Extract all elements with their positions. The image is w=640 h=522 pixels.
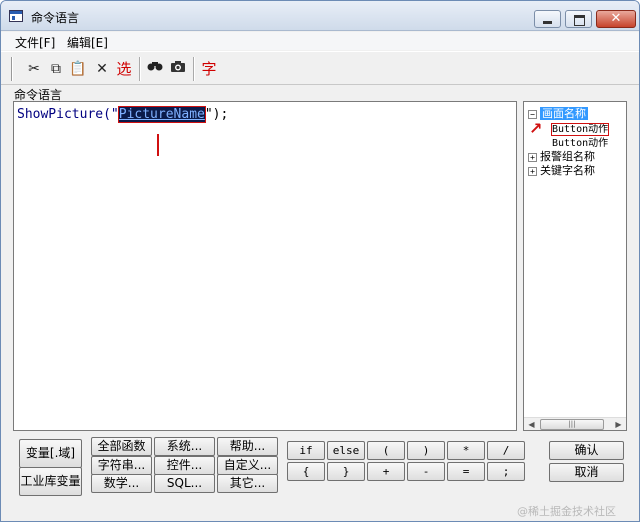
maximize-button[interactable] <box>565 10 592 28</box>
op-if-button[interactable]: if <box>287 441 325 460</box>
help-button[interactable]: 帮助... <box>217 437 278 456</box>
tree-node-keyword[interactable]: + 关键字名称 <box>528 162 595 178</box>
command-language-window: 命令语言 ✕ 文件[F] 编辑[E] ✂ ⧉ 📋 ✕ 选 字 命令语言 Show… <box>0 0 640 522</box>
char-button[interactable]: 字 <box>200 59 218 79</box>
cut-icon[interactable]: ✂ <box>25 59 43 79</box>
title-bar[interactable]: 命令语言 ✕ <box>1 1 639 31</box>
toolbar-separator <box>193 57 195 81</box>
op-equals-button[interactable]: = <box>447 462 485 481</box>
close-button[interactable]: ✕ <box>596 10 636 28</box>
op-close-brace-button[interactable]: } <box>327 462 365 481</box>
op-semicolon-button[interactable]: ; <box>487 462 525 481</box>
toolbar-grip[interactable] <box>11 57 13 81</box>
op-else-button[interactable]: else <box>327 441 365 460</box>
scroll-right-icon[interactable]: ▶ <box>612 419 625 430</box>
camera-icon[interactable] <box>169 59 187 79</box>
op-minus-button[interactable]: - <box>407 462 445 481</box>
menu-edit[interactable]: 编辑[E] <box>67 34 108 51</box>
annotation-mark <box>157 134 159 156</box>
string-button[interactable]: 字符串... <box>91 456 152 475</box>
menu-file[interactable]: 文件[F] <box>15 34 55 51</box>
code-prefix: ShowPicture(" <box>17 107 119 122</box>
code-suffix: "); <box>204 107 229 122</box>
ok-button[interactable]: 确认 <box>549 441 624 460</box>
math-button[interactable]: 数学... <box>91 474 152 493</box>
delete-icon[interactable]: ✕ <box>93 59 111 79</box>
op-plus-button[interactable]: + <box>367 462 405 481</box>
window-title: 命令语言 <box>31 11 80 25</box>
custom-button[interactable]: 自定义... <box>217 456 278 475</box>
expand-icon[interactable]: + <box>528 166 537 176</box>
copy-icon[interactable]: ⧉ <box>47 59 65 79</box>
expand-icon[interactable]: + <box>528 152 537 162</box>
tree-node-button-action[interactable]: Button动作 <box>550 120 610 136</box>
sql-button[interactable]: SQL... <box>154 474 215 493</box>
op-divide-button[interactable]: / <box>487 441 525 460</box>
find-icon[interactable] <box>146 59 164 79</box>
op-open-brace-button[interactable]: { <box>287 462 325 481</box>
minimize-button[interactable] <box>534 10 561 28</box>
variable-field-button[interactable]: 变量[.域] <box>19 439 82 468</box>
code-editor[interactable]: ShowPicture("PictureName"); <box>13 101 517 431</box>
horizontal-scrollbar[interactable]: ◀ ||| ▶ <box>524 417 626 430</box>
control-button[interactable]: 控件... <box>154 456 215 475</box>
selected-text[interactable]: PictureName <box>117 106 206 123</box>
op-close-paren-button[interactable]: ) <box>407 441 445 460</box>
collapse-icon[interactable]: − <box>528 109 537 119</box>
annotation-mark: ↗ <box>529 119 543 138</box>
scroll-thumb[interactable]: ||| <box>540 419 604 430</box>
watermark: @稀土掘金技术社区 <box>517 505 616 518</box>
app-icon <box>9 10 23 22</box>
system-button[interactable]: 系统... <box>154 437 215 456</box>
toolbar-separator <box>139 57 141 81</box>
menu-bar: 文件[F] 编辑[E] <box>1 32 639 50</box>
industrial-variable-button[interactable]: 工业库变量 <box>19 467 82 496</box>
op-open-paren-button[interactable]: ( <box>367 441 405 460</box>
name-tree[interactable]: − 画面名称 Button动作 Button动作 + 报警组名称 + 关键字名称 <box>523 101 627 431</box>
op-multiply-button[interactable]: * <box>447 441 485 460</box>
toolbar: ✂ ⧉ 📋 ✕ 选 字 <box>1 51 639 85</box>
all-functions-button[interactable]: 全部函数 <box>91 437 152 456</box>
other-button[interactable]: 其它... <box>217 474 278 493</box>
tree-node-label: 画面名称 <box>540 107 588 120</box>
tree-node-label: 关键字名称 <box>540 164 595 177</box>
cancel-button[interactable]: 取消 <box>549 463 624 482</box>
scroll-left-icon[interactable]: ◀ <box>525 419 538 430</box>
tree-node-button-action[interactable]: Button动作 <box>552 134 608 149</box>
paste-icon[interactable]: 📋 <box>69 59 87 79</box>
function-buttons: 全部函数 系统... 帮助... 字符串... 控件... 自定义... 数学.… <box>91 437 281 493</box>
select-button[interactable]: 选 <box>115 59 133 79</box>
operator-buttons: if else ( ) * / { } + - = ; <box>287 441 539 485</box>
code-line: ShowPicture("PictureName"); <box>17 106 229 123</box>
